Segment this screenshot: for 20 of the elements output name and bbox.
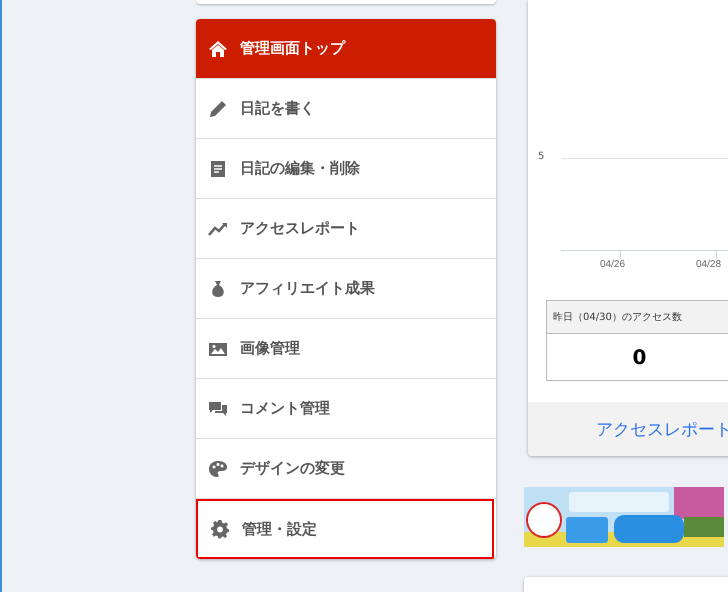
menu-item[interactable]: 管理・設定 [196, 499, 494, 559]
home-icon [208, 38, 228, 58]
menu-item[interactable]: アクセスレポート [196, 199, 496, 259]
menu-item[interactable]: 日記を書く [196, 79, 496, 139]
axis-label: 04/26 [600, 259, 626, 270]
table-cell: 0 [546, 334, 728, 380]
document-icon [208, 158, 228, 178]
axis-label: 04/28 [696, 259, 722, 270]
menu-item[interactable]: 管理画面トップ [196, 19, 496, 79]
settings-icon [210, 519, 230, 539]
menu-item[interactable]: コメント管理 [196, 379, 496, 439]
report-link[interactable]: アクセスレポート [596, 418, 728, 440]
table-header: 昨日（04/30）のアクセス数 [546, 300, 728, 334]
menu-item[interactable]: デザインの変更 [196, 439, 496, 499]
menu-item[interactable]: 日記の編集・削除 [196, 139, 496, 199]
pencil-icon [208, 98, 228, 118]
menu-item[interactable]: 画像管理 [196, 319, 496, 379]
menu-item[interactable]: アフィリエイト成果 [196, 259, 496, 319]
axis-label: 5 [538, 151, 544, 162]
palette-icon [208, 458, 228, 478]
